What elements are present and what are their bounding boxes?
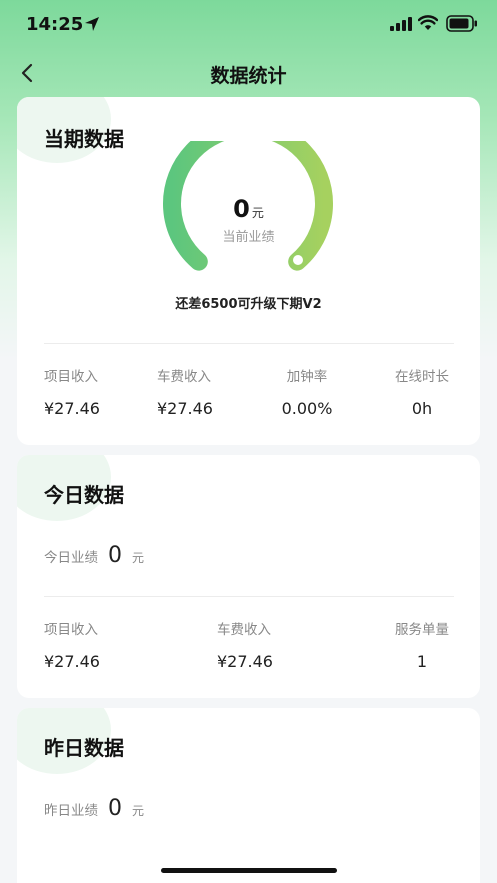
divider (44, 343, 454, 344)
current-period-title: 当期数据 (44, 127, 124, 151)
stat-service-orders: 服务单量 1 (382, 618, 462, 671)
stat-project-income: 项目收入 ¥27.46 (44, 365, 104, 418)
stat-project-income: 项目收入 ¥27.46 (44, 618, 114, 671)
stat-fare-income: 车费收入 ¥27.46 (217, 618, 287, 671)
yesterday-card: 昨日数据 昨日业绩 0 元 (17, 708, 480, 883)
perf-unit: 元 (132, 551, 145, 565)
today-card: 今日数据 今日业绩 0 元 项目收入 ¥27.46 车费收入 ¥27.46 服务… (17, 455, 480, 698)
stat-label: 加钟率 (286, 369, 328, 385)
perf-label: 昨日业绩 (44, 803, 98, 819)
wifi-icon (418, 15, 438, 30)
gauge-label: 当前业绩 (222, 230, 275, 245)
perf-unit: 元 (132, 804, 145, 818)
gauge-value: 0元 (17, 195, 480, 223)
stat-label: 车费收入 (217, 622, 271, 638)
stat-label: 在线时长 (395, 369, 449, 385)
cellular-signal-icon (390, 17, 412, 31)
stat-label: 服务单量 (395, 622, 449, 638)
status-bar: 14:25 (0, 0, 497, 48)
perf-value: 0 (108, 543, 122, 568)
today-performance: 今日业绩 0 元 (44, 543, 144, 568)
nav-bar: 数据统计 (0, 48, 497, 98)
gauge-value-number: 0 (233, 195, 250, 223)
divider (44, 596, 454, 597)
battery-icon (446, 15, 477, 32)
current-period-card: 当期数据 0元 当前业绩 还差6500可升级下期V2 项目收入 ¥27.46 车… (17, 97, 480, 445)
yesterday-performance: 昨日业绩 0 元 (44, 796, 144, 821)
perf-value: 0 (108, 796, 122, 821)
yesterday-title: 昨日数据 (44, 736, 124, 760)
stat-value: 1 (416, 652, 428, 671)
stat-value: 0h (411, 399, 433, 418)
stat-value: ¥27.46 (217, 652, 273, 671)
stat-label: 车费收入 (157, 369, 211, 385)
stat-value: ¥27.46 (44, 652, 100, 671)
stat-value: ¥27.46 (44, 399, 100, 418)
stat-value: ¥27.46 (157, 399, 213, 418)
status-time: 14:25 (26, 14, 84, 35)
stat-add-clock-rate: 加钟率 0.00% (267, 365, 347, 418)
today-title: 今日数据 (44, 483, 124, 507)
upgrade-tip: 还差6500可升级下期V2 (175, 297, 322, 312)
perf-label: 今日业绩 (44, 550, 98, 566)
location-arrow-icon (85, 17, 99, 31)
stat-value: 0.00% (281, 399, 333, 418)
stat-label: 项目收入 (44, 369, 98, 385)
stat-fare-income: 车费收入 ¥27.46 (157, 365, 227, 418)
stat-label: 项目收入 (44, 622, 98, 638)
stat-online-duration: 在线时长 0h (382, 365, 462, 418)
home-indicator (161, 868, 337, 873)
gauge-value-unit: 元 (251, 206, 264, 220)
gauge-knob (293, 255, 303, 265)
page-title: 数据统计 (210, 65, 287, 87)
